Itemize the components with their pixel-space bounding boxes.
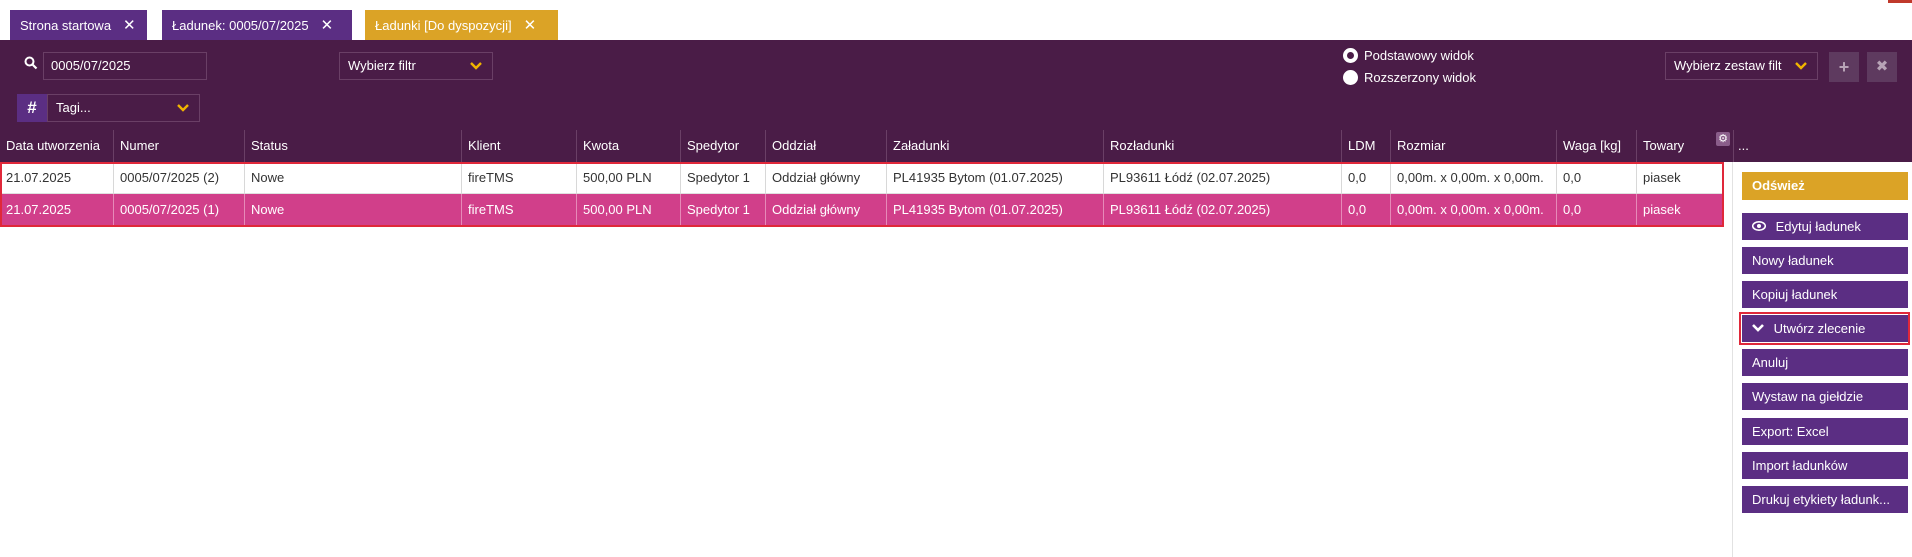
cell-status: Nowe [245, 194, 462, 226]
radio-unchecked-icon[interactable] [1343, 70, 1358, 85]
chevron-down-icon [1795, 53, 1807, 88]
cell-branch: Oddział główny [766, 162, 887, 194]
tab-load-detail[interactable]: Ładunek: 0005/07/2025 ✕ [162, 10, 352, 40]
filter-toolbar: 0005/07/2025 Wybierz filtr # Tagi... Pod… [0, 40, 1912, 130]
eye-icon [1751, 219, 1770, 234]
tab-loads-available[interactable]: Ładunki [Do dyspozycji] ✕ [365, 10, 558, 40]
more-columns-label: ... [1738, 138, 1749, 153]
cell-weight: 0,0 [1557, 194, 1637, 226]
tab-label: Strona startowa [20, 17, 112, 33]
cell-forwarder: Spedytor 1 [681, 194, 766, 226]
print-labels-button[interactable]: Drukuj etykiety ładunk... [1742, 486, 1908, 513]
cell-loadings: PL41935 Bytom (01.07.2025) [887, 194, 1104, 226]
create-order-highlight-frame [1739, 312, 1910, 345]
chevron-down-icon [177, 95, 189, 130]
column-header[interactable]: Oddział [766, 130, 887, 162]
column-header-extra[interactable]: ... [1734, 130, 1912, 162]
cell-goods: piasek [1643, 170, 1681, 185]
cell-number: 0005/07/2025 (1) [114, 194, 245, 226]
cell-amount: 500,00 PLN [577, 194, 681, 226]
tab-start-page[interactable]: Strona startowa ✕ [10, 10, 147, 40]
column-header[interactable]: Waga [kg] [1557, 130, 1637, 162]
search-input[interactable]: 0005/07/2025 [43, 52, 207, 80]
column-header[interactable]: Rozmiar [1391, 130, 1557, 162]
tags-select-label: Tagi... [56, 100, 91, 115]
cell-client: fireTMS [462, 194, 577, 226]
filter-set-select-label: Wybierz zestaw filt [1674, 58, 1782, 73]
cell-unloadings: PL93611 Łódź (02.07.2025) [1104, 194, 1342, 226]
column-header[interactable]: Spedytor [681, 130, 766, 162]
filter-select-label: Wybierz filtr [348, 58, 416, 73]
window-edge-marker [1888, 0, 1912, 3]
refresh-button[interactable]: Odśwież [1742, 172, 1908, 200]
view-extended-label: Rozszerzony widok [1364, 70, 1476, 85]
tags-select[interactable]: Tagi... [47, 94, 200, 122]
cell-weight: 0,0 [1557, 162, 1637, 194]
cancel-button[interactable]: Anuluj [1742, 349, 1908, 376]
view-basic-radio[interactable]: Podstawowy widok [1343, 48, 1474, 63]
cell-loadings: PL41935 Bytom (01.07.2025) [887, 162, 1104, 194]
close-icon[interactable]: ✕ [524, 18, 537, 33]
close-icon[interactable]: ✖ [1867, 52, 1897, 82]
column-header[interactable]: Klient [462, 130, 577, 162]
tab-label: Ładunki [Do dyspozycji] [375, 17, 512, 33]
table-row[interactable]: 21.07.2025 0005/07/2025 (2) Nowe fireTMS… [0, 162, 1724, 194]
cell-forwarder: Spedytor 1 [681, 162, 766, 194]
column-header[interactable]: Rozładunki [1104, 130, 1342, 162]
cell-number: 0005/07/2025 (2) [114, 162, 245, 194]
cell-status: Nowe [245, 162, 462, 194]
sidebar-divider [1732, 162, 1733, 557]
filter-set-select[interactable]: Wybierz zestaw filt [1665, 52, 1818, 80]
cell-goods: piasek [1643, 202, 1681, 217]
chevron-down-icon [470, 53, 482, 88]
copy-load-button[interactable]: Kopiuj ładunek [1742, 281, 1908, 308]
table-header: Data utworzenia Numer Status Klient Kwot… [0, 130, 1734, 162]
filter-select[interactable]: Wybierz filtr [339, 52, 493, 80]
tab-label: Ładunek: 0005/07/2025 [172, 17, 309, 33]
column-header[interactable]: Numer [114, 130, 245, 162]
column-header[interactable]: Data utworzenia [0, 130, 114, 162]
column-header[interactable]: LDM [1342, 130, 1391, 162]
tab-bar: Strona startowa ✕ Ładunek: 0005/07/2025 … [0, 0, 1912, 40]
radio-checked-icon[interactable] [1343, 48, 1358, 63]
gear-icon[interactable]: ⚙ [1716, 132, 1730, 146]
table-row-selected[interactable]: 21.07.2025 0005/07/2025 (1) Nowe fireTMS… [0, 194, 1724, 226]
cell-created-date: 21.07.2025 [0, 194, 114, 226]
cell-branch: Oddział główny [766, 194, 887, 226]
column-header[interactable]: Kwota [577, 130, 681, 162]
close-icon[interactable]: ✕ [123, 18, 136, 33]
view-extended-radio[interactable]: Rozszerzony widok [1343, 70, 1476, 85]
edit-load-button[interactable]: Edytuj ładunek [1742, 213, 1908, 240]
plus-icon[interactable]: + [1829, 52, 1859, 82]
export-excel-button[interactable]: Export: Excel [1742, 418, 1908, 445]
new-load-button[interactable]: Nowy ładunek [1742, 247, 1908, 274]
cell-ldm: 0,0 [1342, 162, 1391, 194]
view-basic-label: Podstawowy widok [1364, 48, 1474, 63]
close-icon[interactable]: ✕ [321, 18, 334, 33]
cell-amount: 500,00 PLN [577, 162, 681, 194]
cell-client: fireTMS [462, 162, 577, 194]
search-icon [24, 56, 38, 73]
column-header[interactable]: Załadunki [887, 130, 1104, 162]
hash-icon: # [17, 94, 47, 122]
cell-ldm: 0,0 [1342, 194, 1391, 226]
cell-unloadings: PL93611 Łódź (02.07.2025) [1104, 162, 1342, 194]
cell-created-date: 21.07.2025 [0, 162, 114, 194]
column-header[interactable]: Status [245, 130, 462, 162]
cell-size: 0,00m. x 0,00m. x 0,00m. [1391, 162, 1557, 194]
edit-load-label: Edytuj ładunek [1775, 219, 1861, 234]
cell-size: 0,00m. x 0,00m. x 0,00m. [1391, 194, 1557, 226]
publish-exchange-button[interactable]: Wystaw na giełdzie [1742, 383, 1908, 410]
import-loads-button[interactable]: Import ładunków [1742, 452, 1908, 479]
